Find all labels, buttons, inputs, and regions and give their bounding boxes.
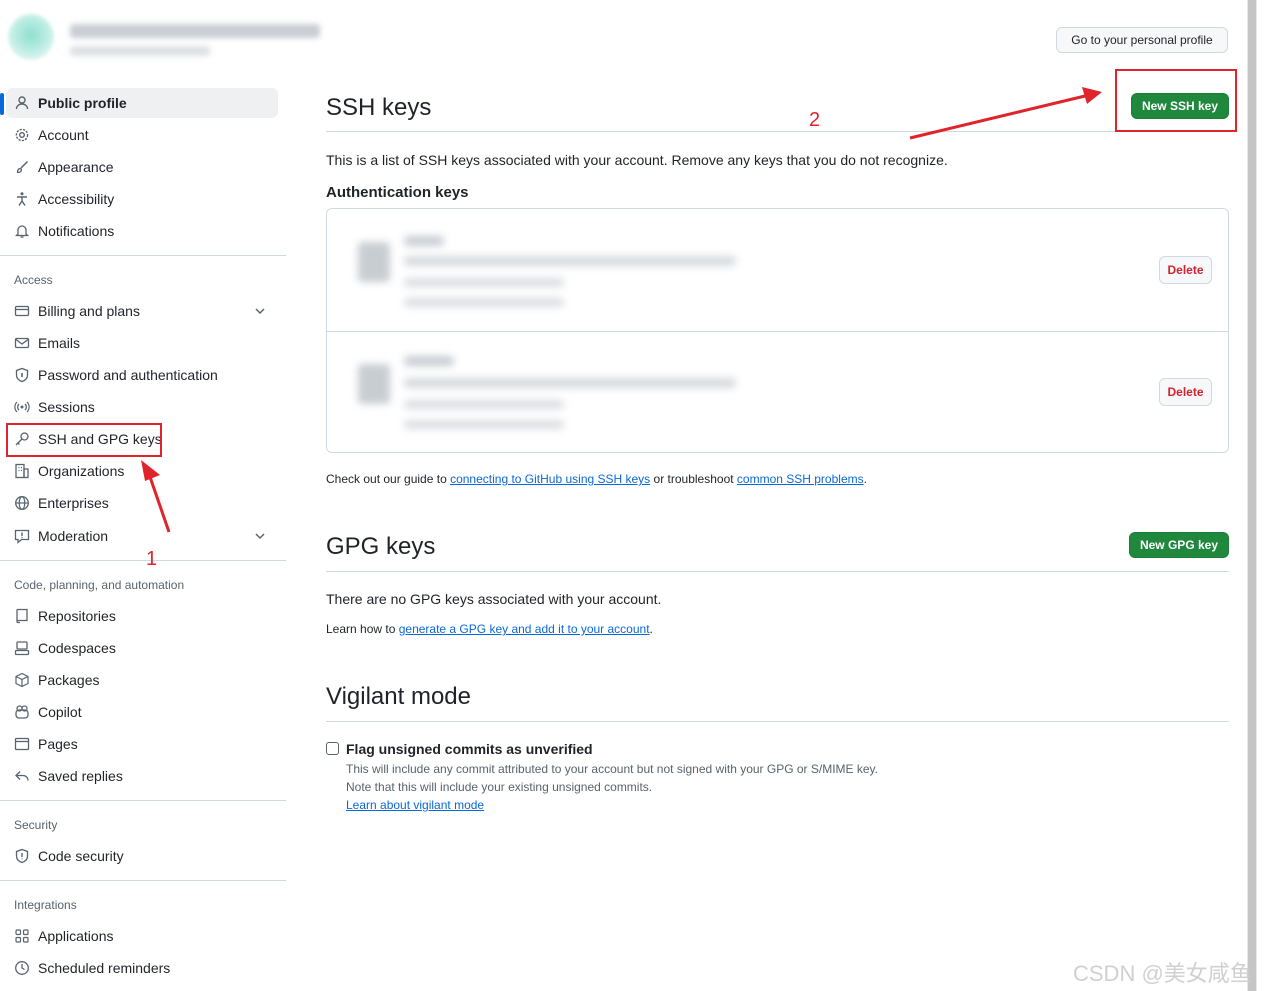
- arrow-2-head: [1082, 87, 1102, 104]
- arrow-1-shaft: [147, 473, 171, 533]
- annotation-arrows: [141, 87, 1102, 533]
- arrow-2-shaft: [909, 94, 1086, 140]
- arrow-1-head: [141, 460, 160, 481]
- annotation-step-1: 1: [146, 548, 158, 570]
- watermark: CSDN @美女咸鱼: [1073, 961, 1252, 986]
- annotation-step-2: 2: [809, 109, 821, 131]
